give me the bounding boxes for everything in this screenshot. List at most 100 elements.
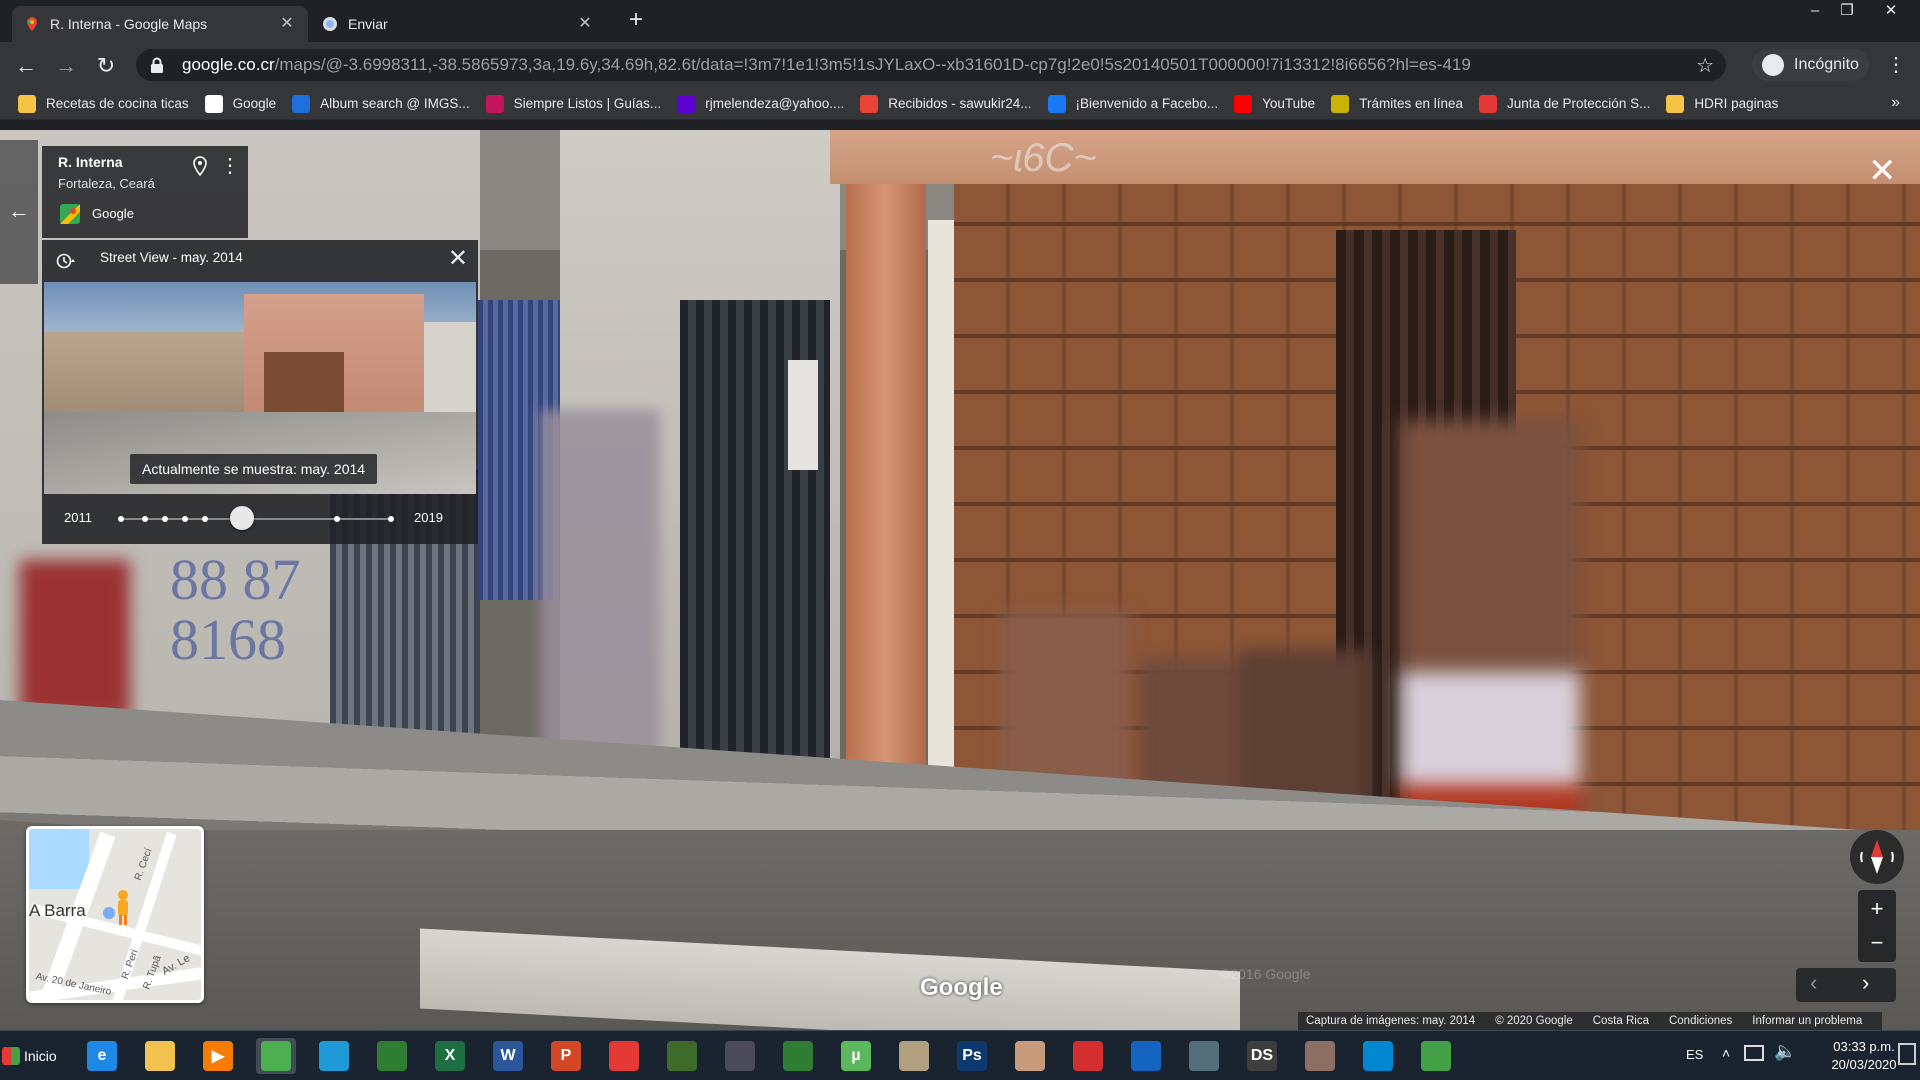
timeline-track[interactable] xyxy=(118,516,394,522)
tab-title: Enviar xyxy=(348,16,388,32)
bookmark-star-icon[interactable]: ☆ xyxy=(1696,53,1714,78)
bookmark-item[interactable]: HDRI paginas xyxy=(1666,94,1779,113)
network-icon[interactable] xyxy=(1744,1045,1764,1061)
clock-time[interactable]: 03:33 p.m. xyxy=(1822,1039,1906,1054)
zoom-control: + − xyxy=(1858,890,1896,962)
bookmark-label: Trámites en línea xyxy=(1359,96,1463,111)
app-figure-icon[interactable] xyxy=(1416,1038,1456,1074)
lock-icon xyxy=(151,57,163,73)
region-link[interactable]: Costa Rica xyxy=(1593,1015,1649,1027)
app-creature-icon[interactable] xyxy=(1300,1038,1340,1074)
app-disc-icon[interactable] xyxy=(1358,1038,1398,1074)
exit-street-view-arrow[interactable]: ← xyxy=(0,140,38,284)
acrobat-icon[interactable] xyxy=(604,1038,644,1074)
app-speaker-icon[interactable] xyxy=(1184,1038,1224,1074)
volume-icon[interactable]: 🔈 xyxy=(1774,1041,1796,1062)
app-green-pc-icon[interactable] xyxy=(372,1038,412,1074)
tab-close-icon[interactable]: ✕ xyxy=(576,15,594,33)
back-button[interactable]: ← xyxy=(12,52,40,80)
chevron-left-icon[interactable]: ‹ xyxy=(1810,970,1817,996)
powerpoint-icon[interactable]: P xyxy=(546,1038,586,1074)
clock-date[interactable]: 20/03/2020 xyxy=(1822,1057,1906,1072)
history-clock-icon[interactable] xyxy=(56,252,76,270)
bookmark-item[interactable]: ¡Bienvenido a Facebo... xyxy=(1047,94,1219,113)
close-street-view-icon[interactable]: ✕ xyxy=(1868,154,1897,188)
new-tab-button[interactable]: + xyxy=(624,8,648,32)
zoom-in-button[interactable]: + xyxy=(1858,892,1896,926)
reload-button[interactable]: ↻ xyxy=(92,52,120,80)
more-options-icon[interactable]: ⋮ xyxy=(220,156,240,176)
utorrent-glyph: µ xyxy=(841,1041,871,1071)
bookmark-item[interactable]: Recibidos - sawukir24... xyxy=(860,94,1032,113)
utorrent-icon[interactable]: µ xyxy=(836,1038,876,1074)
bookmark-item[interactable]: Recetas de cocina ticas xyxy=(18,94,189,113)
show-hidden-icons-icon[interactable]: ˄ xyxy=(1722,1045,1730,1061)
chevron-right-icon[interactable]: › xyxy=(1862,970,1869,996)
notifications-icon[interactable] xyxy=(1898,1043,1916,1065)
bookmark-item[interactable]: YouTube xyxy=(1234,94,1315,113)
more-bookmarks-button[interactable]: » xyxy=(1891,94,1900,112)
minimap[interactable]: A Barra R. Cecí Av. Le R. Peri R. Tupã A… xyxy=(26,826,204,1003)
input-language[interactable]: ES xyxy=(1686,1047,1703,1062)
bookmark-item[interactable]: rjmelendeza@yahoo.... xyxy=(677,94,844,113)
bookmark-item[interactable]: Junta de Protección S... xyxy=(1479,94,1650,113)
excel-icon[interactable]: X xyxy=(430,1038,470,1074)
timeline-tick[interactable] xyxy=(202,516,208,522)
internet-explorer-icon[interactable]: e xyxy=(82,1038,122,1074)
timeline-end-year: 2019 xyxy=(414,510,443,525)
timeline-tick[interactable] xyxy=(334,516,340,522)
terms-link[interactable]: Condiciones xyxy=(1669,1015,1732,1027)
start-button[interactable]: Inicio xyxy=(2,1040,66,1072)
compass-icon[interactable] xyxy=(1850,830,1904,884)
timeline-tick[interactable] xyxy=(162,516,168,522)
bookmark-item[interactable]: Siempre Listos | Guías... xyxy=(485,94,661,113)
incognito-indicator[interactable]: Incógnito xyxy=(1752,49,1869,81)
bookmark-label: HDRI paginas xyxy=(1694,96,1779,111)
pegman-icon[interactable] xyxy=(101,889,137,929)
word-icon[interactable]: W xyxy=(488,1038,528,1074)
forward-button[interactable]: → xyxy=(52,52,80,80)
zoom-out-button[interactable]: − xyxy=(1858,926,1896,960)
google-watermark: Google xyxy=(920,974,1003,1001)
game-green-icon[interactable] xyxy=(662,1038,702,1074)
timeline-tick[interactable] xyxy=(118,516,124,522)
tab-google-maps[interactable]: R. Interna - Google Maps ✕ xyxy=(12,6,308,42)
timeline-tick[interactable] xyxy=(142,516,148,522)
globe-app-icon[interactable] xyxy=(778,1038,818,1074)
window-close-button[interactable]: ✕ xyxy=(1874,0,1908,22)
app-blue-icon[interactable] xyxy=(314,1038,354,1074)
start-label: Inicio xyxy=(24,1048,57,1064)
report-problem-link[interactable]: Informar un problema xyxy=(1752,1015,1862,1027)
photoshop-icon[interactable]: Ps xyxy=(952,1038,992,1074)
imagery-date: Captura de imágenes: may. 2014 xyxy=(1306,1015,1476,1027)
restore-button[interactable]: ❐ xyxy=(1830,0,1864,22)
bookmark-item[interactable]: Album search @ IMGS... xyxy=(292,94,470,113)
chrome-icon[interactable] xyxy=(256,1038,296,1074)
daz-studio-icon[interactable]: DS xyxy=(1242,1038,1282,1074)
bookmark-label: Recetas de cocina ticas xyxy=(46,96,189,111)
bookmark-item[interactable]: Trámites en línea xyxy=(1331,94,1463,113)
timeline-slider-handle[interactable] xyxy=(230,506,255,530)
file-explorer-icon[interactable] xyxy=(140,1038,180,1074)
bookmark-label: ¡Bienvenido a Facebo... xyxy=(1075,96,1219,111)
browser-toolbar: ← → ↻ google.co.cr /maps/@-3.6998311,-38… xyxy=(0,42,1920,88)
address-bar[interactable]: google.co.cr /maps/@-3.6998311,-38.58659… xyxy=(136,49,1726,81)
tab-enviar[interactable]: Enviar ✕ xyxy=(310,6,606,42)
word-glyph: W xyxy=(493,1041,523,1071)
daz-studio-glyph: DS xyxy=(1247,1041,1277,1071)
timeline-tick[interactable] xyxy=(388,516,394,522)
location-pin-icon[interactable] xyxy=(192,156,208,176)
sketchup-icon[interactable] xyxy=(1068,1038,1108,1074)
time-machine-close-icon[interactable]: ✕ xyxy=(448,244,468,273)
minimize-button[interactable]: – xyxy=(1798,0,1832,22)
app-face-icon[interactable] xyxy=(1010,1038,1050,1074)
bookmark-label: Album search @ IMGS... xyxy=(320,96,470,111)
app-fan-icon[interactable] xyxy=(1126,1038,1166,1074)
app-rabbit-icon[interactable] xyxy=(894,1038,934,1074)
media-player-icon[interactable]: ▶ xyxy=(198,1038,238,1074)
bookmark-item[interactable]: Google xyxy=(204,94,276,113)
timeline-tick[interactable] xyxy=(182,516,188,522)
tab-close-icon[interactable]: ✕ xyxy=(278,15,296,33)
game-dark-icon[interactable] xyxy=(720,1038,760,1074)
browser-menu-icon[interactable]: ⋮ xyxy=(1886,52,1906,77)
